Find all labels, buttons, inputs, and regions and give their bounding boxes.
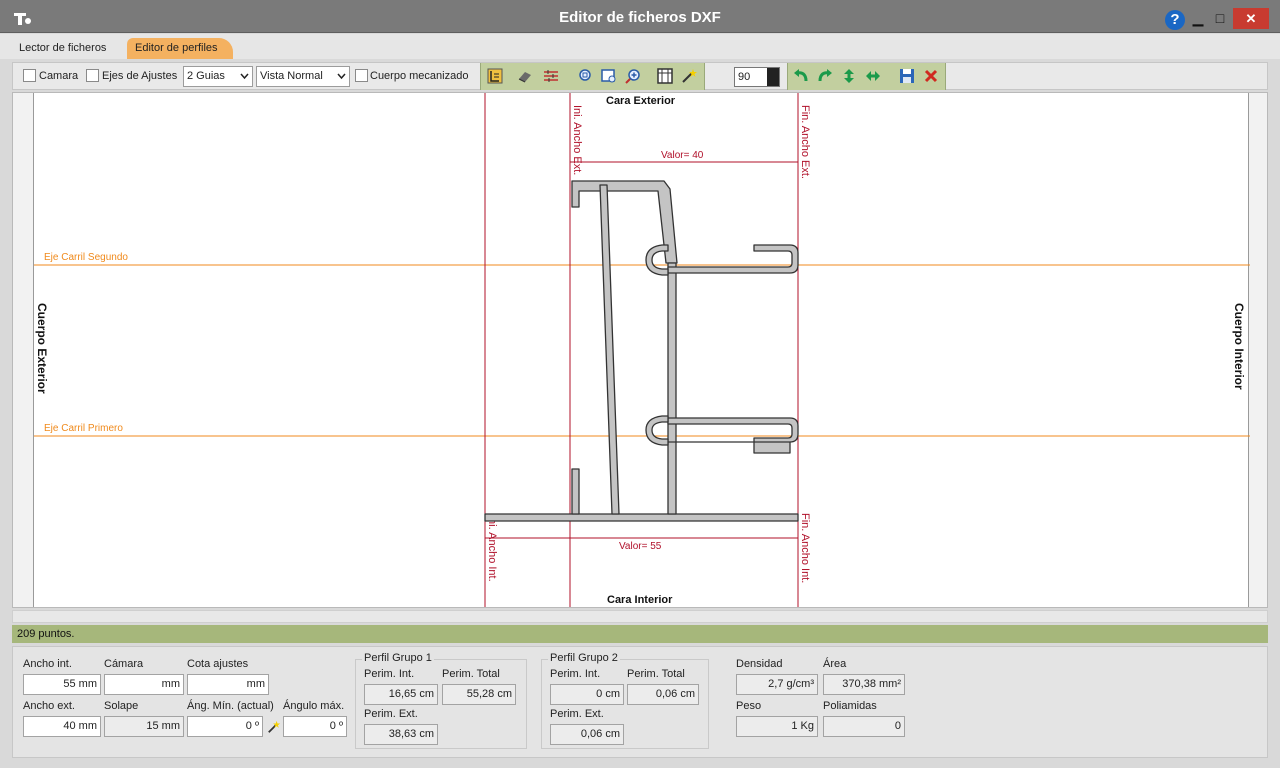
g2-perim-total-field: 0,06 cm: [627, 684, 699, 705]
ang-min-label: Áng. Mín. (actual): [187, 700, 274, 712]
g1-perim-int-label: Perim. Int.: [364, 668, 415, 680]
zoom-fit-icon[interactable]: [577, 68, 593, 84]
align-lines-icon[interactable]: [543, 68, 559, 84]
chevron-down-icon: [240, 73, 249, 80]
magic-wand-icon[interactable]: [681, 68, 697, 84]
ancho-int-label: Ancho int.: [23, 658, 72, 670]
g2-perim-int-field: 0 cm: [550, 684, 624, 705]
perfil-grupo-1-box: Perfil Grupo 1 Perim. Int. 16,65 cm Peri…: [355, 652, 527, 749]
flip-vertical-icon[interactable]: [841, 68, 857, 84]
cuerpo-mecanizado-checkbox[interactable]: [355, 69, 368, 82]
peso-field: 1 Kg: [736, 716, 818, 737]
tab-strip: Lector de ficheros Editor de perfiles: [0, 34, 1280, 59]
tools-group: [480, 63, 705, 90]
fin-ancho-ext-label: Fin. Ancho Ext.: [799, 105, 811, 179]
status-bar: 209 puntos.: [12, 625, 1268, 643]
axis-label-first: Eje Carril Primero: [44, 423, 123, 434]
g2-perim-int-label: Perim. Int.: [550, 668, 601, 680]
eraser-icon[interactable]: [517, 68, 533, 84]
ang-min-field[interactable]: 0 º: [187, 716, 263, 737]
ini-ancho-int-label: Ini. Ancho Int.: [486, 515, 498, 582]
rotate-left-icon[interactable]: [793, 68, 809, 84]
window-title: Editor de ficheros DXF: [559, 9, 721, 26]
cara-exterior-label: Cara Exterior: [606, 95, 676, 107]
ejes-ajustes-checkbox[interactable]: [86, 69, 99, 82]
maximize-button[interactable]: □: [1210, 9, 1230, 29]
cota-ajustes-field[interactable]: mm: [187, 674, 269, 695]
cuerpo-mecanizado-label: Cuerpo mecanizado: [370, 70, 469, 82]
g1-perim-total-label: Perim. Total: [442, 668, 500, 680]
tab-editor-de-perfiles[interactable]: Editor de perfiles: [127, 38, 233, 59]
poliamidas-field: 0: [823, 716, 905, 737]
poliamidas-label: Poliamidas: [823, 700, 877, 712]
ancho-ext-field[interactable]: 40 mm: [23, 716, 101, 737]
camara-checkbox-label: Camara: [39, 70, 79, 82]
aluminium-profile-shape: [484, 180, 799, 522]
fin-ancho-int-label: Fin. Ancho Int.: [799, 513, 811, 583]
zoom-input[interactable]: 90: [734, 67, 780, 87]
drawing-area: Eje Carril Segundo Eje Carril Primero Va…: [12, 92, 1268, 608]
g1-perim-ext-field: 38,63 cm: [364, 724, 438, 745]
ancho-ext-label: Ancho ext.: [23, 700, 75, 712]
magic-wand-icon[interactable]: [267, 720, 281, 734]
angulo-max-field[interactable]: 0 º: [283, 716, 347, 737]
help-button[interactable]: ?: [1165, 10, 1185, 30]
cota-ajustes-label: Cota ajustes: [187, 658, 249, 670]
chevron-down-icon: [337, 73, 346, 80]
toolbar: Camara Ejes de Ajustes 2 Guias Vista Nor…: [12, 62, 1268, 90]
peso-label: Peso: [736, 700, 762, 712]
valor-bottom-label: Valor= 55: [619, 541, 662, 552]
solape-label: Solape: [104, 700, 139, 712]
profile-drawing: Eje Carril Segundo Eje Carril Primero Va…: [34, 93, 1250, 607]
angulo-max-label: Ángulo máx.: [283, 700, 345, 712]
zoom-in-icon[interactable]: [625, 68, 641, 84]
cancel-icon[interactable]: [923, 68, 939, 84]
properties-panel: Ancho int. 55 mm Cámara mm Cota ajustes …: [12, 646, 1268, 758]
guias-select-value: 2 Guias: [187, 70, 225, 82]
g1-perim-total-field: 55,28 cm: [442, 684, 516, 705]
save-icon[interactable]: [899, 68, 915, 84]
horizontal-scrollbar[interactable]: [12, 610, 1268, 623]
measure-profile-icon[interactable]: [487, 68, 503, 84]
camara-label: Cámara: [104, 658, 144, 670]
vista-select[interactable]: Vista Normal: [256, 66, 350, 87]
ini-ancho-ext-label: Ini. Ancho Ext.: [571, 105, 583, 175]
perfil-grupo-2-title: Perfil Grupo 2: [548, 652, 620, 664]
cuerpo-exterior-label: Cuerpo Exterior: [35, 303, 49, 394]
densidad-label: Densidad: [736, 658, 783, 670]
camara-checkbox[interactable]: [23, 69, 36, 82]
close-button[interactable]: ✕: [1233, 8, 1269, 29]
g2-perim-ext-field: 0,06 cm: [550, 724, 624, 745]
solape-field: 15 mm: [104, 716, 184, 737]
valor-top-label: Valor= 40: [661, 150, 704, 161]
camara-field[interactable]: mm: [104, 674, 184, 695]
densidad-field: 2,7 g/cm³: [736, 674, 818, 695]
perfil-grupo-1-title: Perfil Grupo 1: [362, 652, 434, 664]
title-bar: Editor de ficheros DXF ? ▁ □ ✕: [0, 0, 1280, 33]
vista-select-value: Vista Normal: [260, 70, 323, 82]
zoom-spinner[interactable]: [767, 68, 779, 86]
ancho-int-field[interactable]: 55 mm: [23, 674, 101, 695]
g1-perim-ext-label: Perim. Ext.: [364, 708, 418, 720]
area-label: Área: [823, 658, 847, 670]
g2-perim-total-label: Perim. Total: [627, 668, 685, 680]
perfil-grupo-2-box: Perfil Grupo 2 Perim. Int. 0 cm Perim. T…: [541, 652, 709, 749]
flip-horizontal-icon[interactable]: [865, 68, 881, 84]
transform-group: [787, 63, 946, 90]
guias-select[interactable]: 2 Guias: [183, 66, 253, 87]
minimize-button[interactable]: ▁: [1188, 9, 1208, 29]
frame-view-icon[interactable]: [657, 68, 673, 84]
zoom-value: 90: [738, 71, 751, 83]
area-field: 370,38 mm²: [823, 674, 905, 695]
drawing-canvas[interactable]: Eje Carril Segundo Eje Carril Primero Va…: [33, 93, 1250, 607]
rotate-right-icon[interactable]: [817, 68, 833, 84]
cara-interior-label: Cara Interior: [607, 594, 673, 606]
ejes-ajustes-label: Ejes de Ajustes: [102, 70, 178, 82]
g1-perim-int-field: 16,65 cm: [364, 684, 438, 705]
tab-lector-de-ficheros[interactable]: Lector de ficheros: [11, 38, 114, 59]
cuerpo-interior-label: Cuerpo Interior: [1232, 303, 1246, 390]
zoom-window-icon[interactable]: [601, 68, 617, 84]
axis-label-second: Eje Carril Segundo: [44, 252, 128, 263]
g2-perim-ext-label: Perim. Ext.: [550, 708, 604, 720]
